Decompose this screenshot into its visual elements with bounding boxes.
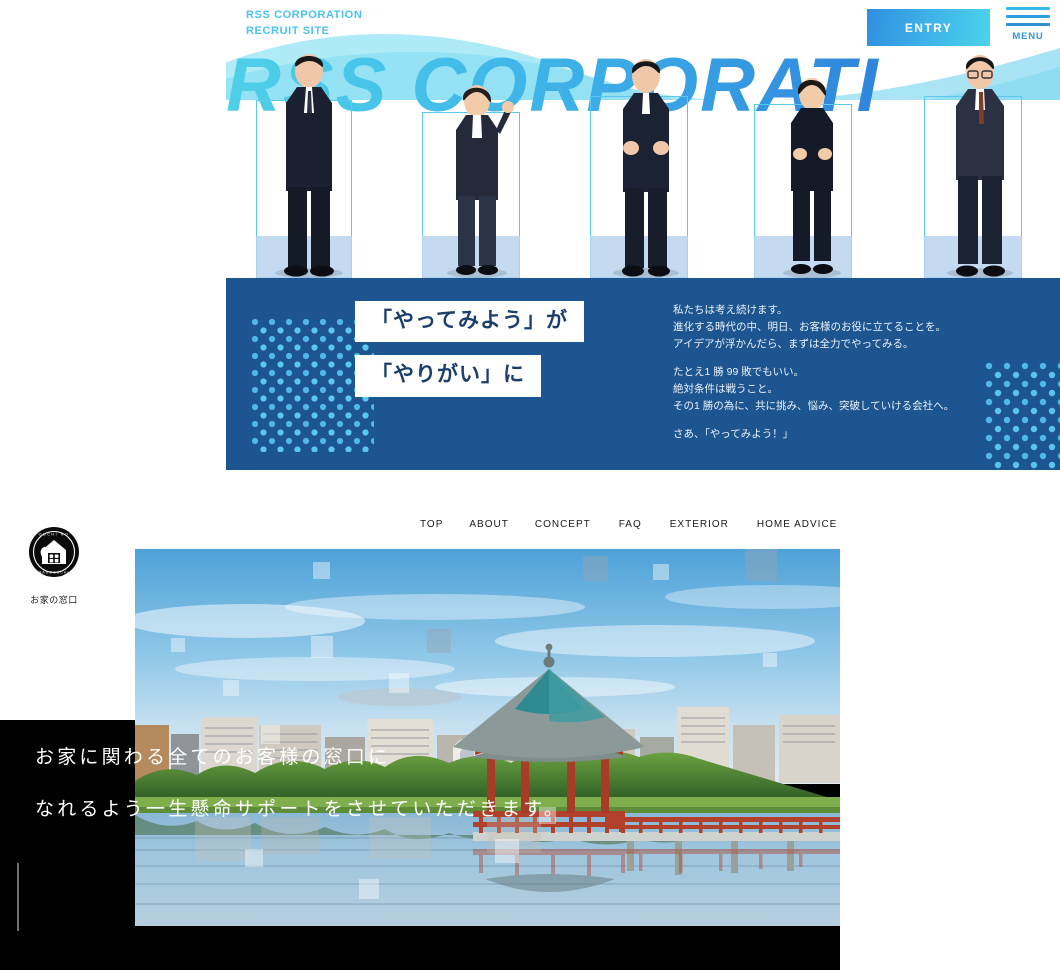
hero-copy-p1-l1: 私たちは考え続けます。	[673, 304, 788, 316]
person-photo-3	[613, 59, 679, 278]
overlay-square-2	[583, 556, 608, 581]
overlay-square-6	[311, 636, 333, 658]
house-badge-icon: OUCHI NO MADOGUCHI	[29, 527, 79, 577]
hamburger-icon-bar-3	[1006, 23, 1050, 26]
overlay-square-5	[171, 638, 185, 652]
home-window-section: OUCHI NO MADOGUCHI お家の窓口 TOP ABOUT CONCE…	[0, 500, 840, 970]
recruit-hero-section: RSS CORPORATI 「やってみよう」が 「やりがい」に 私たちは考え続け…	[226, 0, 1060, 470]
hero-headline-block: 「やってみよう」が 「やりがい」に	[355, 301, 584, 397]
overlay-square-10	[261, 725, 280, 744]
hero-copy-p2-l2: 絶対条件は戦うこと。	[673, 383, 778, 395]
entry-button[interactable]: ENTRY	[867, 9, 990, 46]
svg-text:MADOGUCHI: MADOGUCHI	[39, 571, 70, 575]
left-accent-line	[17, 863, 19, 931]
person-photo-4	[783, 78, 841, 278]
person-photo-5	[947, 55, 1013, 278]
hero-body-copy: 私たちは考え続けます。 進化する時代の中、明日、お客様のお役に立てることを。 ア…	[673, 302, 1003, 443]
hamburger-icon-bar-1	[1006, 7, 1050, 10]
home-window-nav: TOP ABOUT CONCEPT FAQ EXTERIOR HOME ADVI…	[420, 519, 837, 530]
recruit-header: RSS CORPORATION RECRUIT SITE ENTRY MENU	[226, 0, 1060, 56]
tagline-line-1: お家に関わる全てのお客様の窓口に	[35, 747, 391, 768]
overlay-square-14	[359, 879, 379, 899]
home-window-tagline: お家に関わる全てのお客様の窓口に なれるよう一生懸命サポートをさせていただきます…	[35, 748, 825, 852]
nav-item-about[interactable]: ABOUT	[469, 519, 508, 530]
home-window-logo-caption: お家の窓口	[30, 595, 78, 605]
hero-headline-line1: 「やってみよう」が	[355, 301, 584, 343]
nav-item-faq[interactable]: FAQ	[619, 519, 642, 530]
hamburger-icon-bar-2	[1006, 15, 1050, 18]
overlay-square-3	[745, 549, 777, 581]
lakeside-pavilion-photo	[135, 549, 840, 926]
hero-copy-p3-l1: さあ、「やってみよう！」	[673, 428, 794, 440]
tagline-line-2: なれるよう一生懸命サポートをさせていただきます。	[35, 799, 566, 820]
overlay-square-15	[763, 653, 777, 667]
hero-copy-p1-l3: アイデアが浮かんだら、まずは全力でやってみる。	[673, 338, 914, 350]
person-photo-2	[447, 85, 514, 278]
hero-copy-paragraph-3: さあ、「やってみよう！」	[673, 426, 1003, 443]
home-window-logo[interactable]: OUCHI NO MADOGUCHI お家の窓口	[28, 526, 80, 606]
overlay-square-4	[653, 564, 669, 580]
overlay-square-7	[427, 629, 451, 653]
overlay-square-9	[389, 673, 409, 693]
recruit-brand[interactable]: RSS CORPORATION RECRUIT SITE	[246, 8, 362, 40]
hero-copy-p1-l2: 進化する時代の中、明日、お客様のお役に立てることを。	[673, 321, 946, 333]
nav-item-concept[interactable]: CONCEPT	[535, 519, 591, 530]
svg-text:OUCHI NO: OUCHI NO	[39, 532, 70, 536]
hero-copy-paragraph-2: たとえ1 勝 99 敗でもいい。 絶対条件は戦うこと。 その1 勝の為に、共に挑…	[673, 364, 1003, 415]
overlay-square-1	[313, 562, 330, 579]
overlay-square-8	[223, 680, 239, 696]
menu-button[interactable]: MENU	[1006, 7, 1050, 49]
hero-copy-paragraph-1: 私たちは考え続けます。 進化する時代の中、明日、お客様のお役に立てることを。 ア…	[673, 302, 1003, 353]
nav-item-exterior[interactable]: EXTERIOR	[670, 519, 729, 530]
nav-item-top[interactable]: TOP	[420, 519, 443, 530]
brand-line-1: RSS CORPORATION	[246, 9, 363, 21]
person-photo-1	[275, 54, 343, 278]
hero-headline-line2: 「やりがい」に	[355, 355, 541, 397]
page-root: RSS CORPORATI 「やってみよう」が 「やりがい」に 私たちは考え続け…	[0, 0, 1060, 970]
brand-line-2: RECRUIT SITE	[246, 24, 330, 37]
hero-copy-p2-l1: たとえ1 勝 99 敗でもいい。	[673, 366, 805, 378]
hero-copy-p2-l3: その1 勝の為に、共に挑み、悩み、突破していける会社へ。	[673, 400, 955, 412]
nav-item-home-advice[interactable]: HOME ADVICE	[757, 519, 837, 530]
menu-label: MENU	[1012, 31, 1044, 42]
